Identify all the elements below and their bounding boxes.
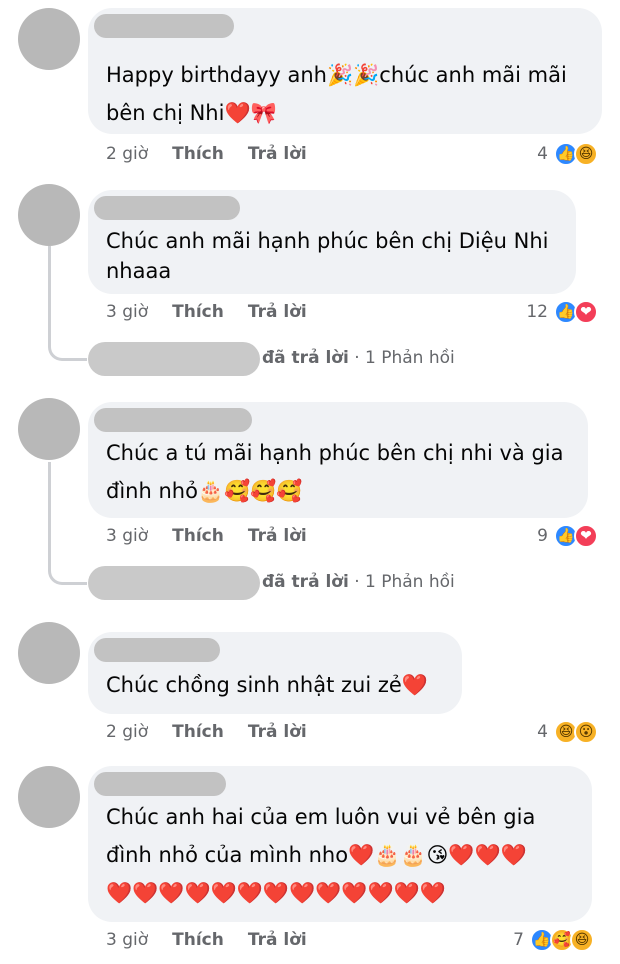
reply-link[interactable]: Trả lời [248,302,307,322]
comment-meta: 3 giờ Thích Trả lời [106,302,307,322]
reply-link[interactable]: Trả lời [248,930,307,950]
wow-reaction-icon: 😮 [574,720,598,744]
like-link[interactable]: Thích [172,144,224,164]
comment-bubble: Happy birthdayy anh🎉🎉chúc anh mãi mãi bê… [88,8,602,134]
commenter-name-redacted[interactable] [94,638,220,662]
timestamp[interactable]: 3 giờ [106,526,148,546]
avatar[interactable] [18,184,80,246]
comment-meta: 2 giờ Thích Trả lời [106,722,307,742]
thread-connector [48,462,87,585]
replier-name-redacted[interactable] [88,566,260,600]
commenter-name-redacted[interactable] [94,196,240,220]
timestamp[interactable]: 2 giờ [106,144,148,164]
avatar[interactable] [18,766,80,828]
like-link[interactable]: Thích [172,302,224,322]
reply-link[interactable]: Trả lời [248,526,307,546]
reaction-icons[interactable]: 😆 😮 [554,720,598,744]
avatar[interactable] [18,622,80,684]
comment-meta: 2 giờ Thích Trả lời [106,144,307,164]
commenter-name-redacted[interactable] [94,14,234,38]
like-link[interactable]: Thích [172,930,224,950]
reaction-icons[interactable]: 👍 😆 [554,142,598,166]
love-reaction-icon: ❤ [574,300,598,324]
reaction-icons[interactable]: 👍 ❤ [554,524,598,548]
comment-text-line: đình nhỏ🎂🥰🥰🥰 [106,479,303,503]
timestamp[interactable]: 3 giờ [106,302,148,322]
view-replies-link[interactable]: đã trả lời · 1 Phản hồi [262,348,455,368]
comment-meta: 3 giờ Thích Trả lời [106,526,307,546]
like-link[interactable]: Thích [172,722,224,742]
reply-link[interactable]: Trả lời [248,722,307,742]
comment-text-line: Chúc a tú mãi hạnh phúc bên chị nhi và g… [106,441,564,465]
comment-text-line: Chúc anh hai của em luôn vui vẻ bên gia [106,805,536,829]
reply-link[interactable]: Trả lời [248,144,307,164]
reaction-count[interactable]: 4 [518,144,548,164]
avatar[interactable] [18,8,80,70]
comment-text-line: nhaaa [106,259,172,283]
comment-bubble: Chúc anh mãi hạnh phúc bên chị Diệu Nhi … [88,190,576,294]
comment-text-line: Happy birthdayy anh🎉🎉chúc anh mãi mãi [106,63,567,87]
haha-reaction-icon: 😆 [574,142,598,166]
reaction-count[interactable]: 7 [494,930,524,950]
reaction-count[interactable]: 4 [518,722,548,742]
comment-text-line: ❤️❤️❤️❤️❤️❤️❤️❤️❤️❤️❤️❤️❤️ [106,881,446,905]
thread-connector [48,246,87,361]
reaction-icons[interactable]: 👍 ❤ [554,300,598,324]
comment-text-line: Chúc chồng sinh nhật zui zẻ❤️ [106,673,428,697]
timestamp[interactable]: 2 giờ [106,722,148,742]
comment-text-line: bên chị Nhi❤️🎀 [106,101,277,125]
comment-meta: 3 giờ Thích Trả lời [106,930,307,950]
comment-text-line: Chúc anh mãi hạnh phúc bên chị Diệu Nhi [106,229,549,253]
reaction-count[interactable]: 9 [518,526,548,546]
like-link[interactable]: Thích [172,526,224,546]
replier-name-redacted[interactable] [88,342,260,376]
commenter-name-redacted[interactable] [94,772,226,796]
love-reaction-icon: ❤ [574,524,598,548]
avatar[interactable] [18,398,80,460]
reaction-icons[interactable]: 👍 🥰 😆 [530,928,594,952]
timestamp[interactable]: 3 giờ [106,930,148,950]
reaction-count[interactable]: 12 [518,302,548,322]
comment-bubble: Chúc chồng sinh nhật zui zẻ❤️ [88,632,462,714]
comment-text-line: đình nhỏ của mình nho❤️🎂🎂😘❤️❤️❤️ [106,843,527,867]
comment-bubble: Chúc a tú mãi hạnh phúc bên chị nhi và g… [88,402,588,518]
view-replies-link[interactable]: đã trả lời · 1 Phản hồi [262,572,455,592]
haha-reaction-icon: 😆 [570,928,594,952]
comment-bubble: Chúc anh hai của em luôn vui vẻ bên gia … [88,766,592,922]
commenter-name-redacted[interactable] [94,408,252,432]
